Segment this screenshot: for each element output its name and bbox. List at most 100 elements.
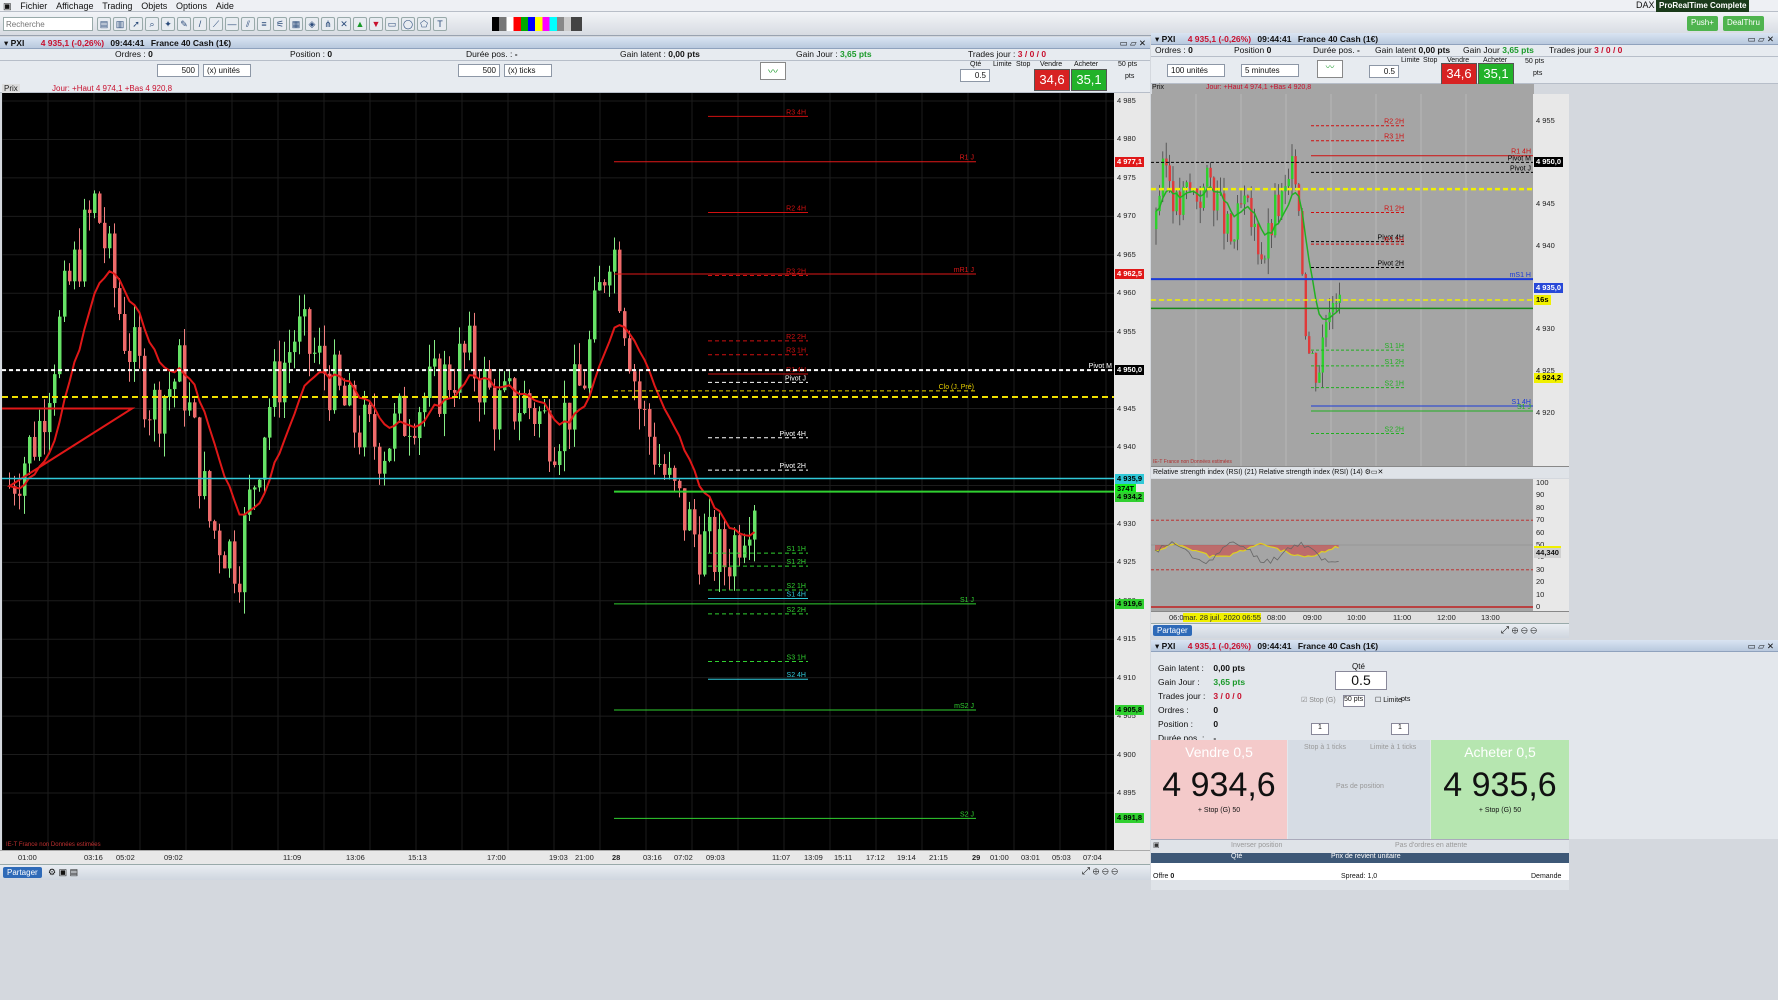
offre-label: Offre 0 bbox=[1153, 873, 1175, 880]
right-zoom-controls[interactable]: ⤢ ⊕ ⊖ ⊖ bbox=[1501, 625, 1537, 636]
zoom-icon[interactable]: ⌕ bbox=[145, 17, 159, 31]
color-palette[interactable] bbox=[492, 17, 582, 31]
r-candle-body bbox=[1253, 223, 1256, 228]
candle-body bbox=[298, 316, 302, 342]
candle-body bbox=[633, 371, 637, 382]
t-limite-a[interactable]: Limite à 1 ticks bbox=[1370, 744, 1416, 751]
r-level-label: Pivot J bbox=[1510, 165, 1531, 172]
cross-icon[interactable]: ✕ bbox=[337, 17, 351, 31]
left-chart-svg: R3 4HR1 JR2 4HmR1 JR3 2HR2 2HR3 1HR1 4HP… bbox=[1, 93, 1114, 850]
right-time-axis[interactable]: 06:0 mar. 28 juil. 2020 06:55 08:00 09:00 10… bbox=[1151, 611, 1569, 623]
unit-select-2[interactable]: (x) ticks bbox=[504, 64, 552, 77]
t-inverser[interactable]: Inverser position bbox=[1231, 842, 1282, 849]
fan-icon[interactable]: ⚟ bbox=[273, 17, 287, 31]
ray-icon[interactable]: ⟋ bbox=[209, 17, 223, 31]
t-stop-a[interactable]: Stop à 1 ticks bbox=[1304, 744, 1346, 751]
rsi-axis[interactable]: 100908070605040302010045,25744,340 bbox=[1533, 478, 1569, 611]
chart-icon[interactable]: ▤ bbox=[97, 17, 111, 31]
channel-icon[interactable]: ⫽ bbox=[241, 17, 255, 31]
inverser-icon[interactable]: ▣ bbox=[1153, 841, 1160, 849]
right-buy-button[interactable]: 35,1 bbox=[1478, 63, 1514, 85]
right-price-axis[interactable]: 4 9554 9504 9454 9404 9354 9304 9254 920… bbox=[1533, 94, 1569, 466]
right-share-button[interactable]: Partager bbox=[1153, 625, 1192, 636]
ticket-window-controls[interactable]: ▭ ▱ ✕ bbox=[1748, 640, 1774, 651]
t-stop-checkbox[interactable]: ☑ Stop (G) bbox=[1301, 696, 1336, 704]
rsi-tick: 0 bbox=[1536, 602, 1541, 611]
arrow-up-icon[interactable]: ▲ bbox=[353, 17, 367, 31]
fib-icon[interactable]: ≡ bbox=[257, 17, 271, 31]
limit-pts[interactable]: pts bbox=[1125, 73, 1134, 80]
polygon-icon[interactable]: ⬠ bbox=[417, 17, 431, 31]
candle-body bbox=[113, 233, 117, 289]
price-tag: 4 977,1 bbox=[1115, 156, 1145, 167]
rsi-panel[interactable] bbox=[1151, 479, 1533, 611]
t-stepper-1[interactable]: 1 bbox=[1311, 723, 1329, 735]
bulb-icon[interactable]: ✦ bbox=[161, 17, 175, 31]
menu-affichage[interactable]: Affichage bbox=[56, 0, 93, 12]
left-price-chart[interactable]: R3 4HR1 JR2 4HmR1 JR3 2HR2 2HR3 1HR1 4HP… bbox=[1, 93, 1114, 850]
right-price-chart[interactable]: R2 2H R3 1H R1 4H Pivot M Pivot J R1 2H Pivot … bbox=[1151, 94, 1533, 466]
t-buy-box[interactable]: Acheter 0,5 4 935,6 + Stop (G) 50 bbox=[1431, 740, 1569, 839]
t-stop-pts[interactable]: 50 pts bbox=[1343, 695, 1365, 707]
menu-fichier[interactable]: Fichier bbox=[20, 0, 47, 12]
qte-input[interactable]: 0.5 bbox=[960, 69, 990, 82]
col-qte[interactable]: Qté bbox=[1231, 853, 1242, 860]
menu-options[interactable]: Options bbox=[176, 0, 207, 12]
search-input[interactable] bbox=[3, 17, 93, 31]
left-footer-note: IE-T France non Données estimées bbox=[6, 842, 101, 848]
chart-type-icon[interactable]: 〰 bbox=[760, 62, 786, 80]
r-candle-body bbox=[1178, 191, 1182, 215]
right-window-controls[interactable]: ▭ ▱ ✕ bbox=[1748, 33, 1774, 44]
left-price-axis[interactable]: 4 985 4 980 4 975 4 970 4 965 4 960 4 955 4 950… bbox=[1114, 93, 1150, 850]
qty-input-1[interactable]: 500 bbox=[157, 64, 199, 77]
right-sell-button[interactable]: 34,6 bbox=[1441, 63, 1477, 85]
level-label: S2 J bbox=[960, 811, 974, 818]
pitchfork-icon[interactable]: ⋔ bbox=[321, 17, 335, 31]
r-ordres-label: Ordres : bbox=[1155, 45, 1186, 55]
hline-icon[interactable]: — bbox=[225, 17, 239, 31]
stop-pts[interactable]: 50 pts bbox=[1118, 61, 1137, 68]
unit-select-1[interactable]: (x) unités bbox=[203, 64, 251, 77]
candle-body bbox=[563, 402, 567, 452]
right-qte-input[interactable]: 0.5 bbox=[1369, 65, 1399, 78]
cursor-icon[interactable]: ➚ bbox=[129, 17, 143, 31]
menu-objets[interactable]: Objets bbox=[141, 0, 167, 12]
tools-icon[interactable]: ⚙ ▣ ▤ bbox=[48, 867, 78, 878]
line-icon[interactable]: / bbox=[193, 17, 207, 31]
right-stop-pts[interactable]: 50 pts bbox=[1525, 58, 1544, 65]
t-position-val: 0 bbox=[1213, 719, 1219, 729]
t-qte-input[interactable]: 0.5 bbox=[1335, 671, 1387, 690]
pencil-icon[interactable]: ✎ bbox=[177, 17, 191, 31]
menu-trading[interactable]: Trading bbox=[102, 0, 132, 12]
t-limite-pts[interactable]: pts bbox=[1401, 696, 1410, 703]
buy-button[interactable]: 35,1 bbox=[1071, 69, 1107, 91]
right-chart-type-icon[interactable]: 〰 bbox=[1317, 60, 1343, 78]
rsi-controls-icon[interactable]: ⚙▭✕ bbox=[1365, 469, 1384, 476]
sell-button[interactable]: 34,6 bbox=[1034, 69, 1070, 91]
arrow-down-icon[interactable]: ▼ bbox=[369, 17, 383, 31]
share-button[interactable]: Partager bbox=[3, 867, 42, 878]
bars-icon[interactable]: ▦ bbox=[289, 17, 303, 31]
left-time-axis[interactable]: 01:00 03:16 05:02 09:02 11:09 13:06 15:13 17:00… bbox=[0, 850, 1150, 864]
t-limite-checkbox[interactable]: ☐ Limite bbox=[1375, 696, 1402, 704]
text-icon[interactable]: T bbox=[433, 17, 447, 31]
candle-body bbox=[558, 451, 562, 466]
rect-icon[interactable]: ▭ bbox=[385, 17, 399, 31]
chart-new-icon[interactable]: ▥ bbox=[113, 17, 127, 31]
level-label: R2 2H bbox=[786, 334, 806, 341]
qty-input-2[interactable]: 500 bbox=[458, 64, 500, 77]
dealthru-button[interactable]: DealThru bbox=[1723, 16, 1764, 31]
ellipse-icon[interactable]: ◯ bbox=[401, 17, 415, 31]
col-prix[interactable]: Prix de revient unitaire bbox=[1331, 853, 1401, 860]
right-units-select[interactable]: 100 unités bbox=[1167, 64, 1225, 77]
menu-aide[interactable]: Aide bbox=[216, 0, 234, 12]
t-stepper-2[interactable]: 1 bbox=[1391, 723, 1409, 735]
t-sell-box[interactable]: Vendre 0,5 4 934,6 + Stop (G) 50 bbox=[1151, 740, 1287, 839]
right-interval-select[interactable]: 5 minutes bbox=[1241, 64, 1299, 77]
push-button[interactable]: Push+ bbox=[1687, 16, 1718, 31]
tag-icon[interactable]: ◈ bbox=[305, 17, 319, 31]
zoom-controls[interactable]: ⤢ ⊕ ⊖ ⊖ bbox=[1082, 866, 1118, 877]
time-tick: 03:16 bbox=[643, 853, 662, 862]
right-limit-pts[interactable]: pts bbox=[1533, 70, 1542, 77]
window-controls[interactable]: ▭ ▱ ✕ bbox=[1120, 37, 1146, 48]
